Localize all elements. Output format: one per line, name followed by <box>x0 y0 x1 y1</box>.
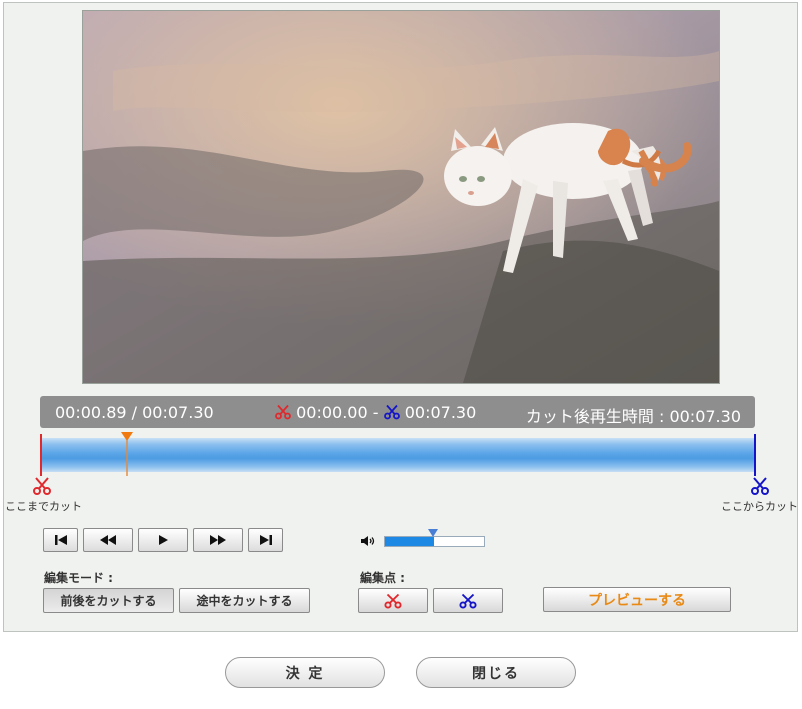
cut-end-scissors-icon[interactable] <box>748 476 772 496</box>
skip-to-end-button[interactable] <box>248 528 283 552</box>
cut-end-time: 00:07.30 <box>404 403 477 422</box>
scissors-icon <box>383 404 400 420</box>
skip-start-icon <box>54 535 67 545</box>
current-time: 00:00.89 / 00:07.30 <box>55 403 214 422</box>
play-button[interactable] <box>138 528 188 552</box>
cut-end-marker[interactable] <box>754 434 756 476</box>
scissors-icon <box>384 593 402 609</box>
fast-forward-button[interactable] <box>193 528 243 552</box>
volume-thumb[interactable] <box>427 528 439 538</box>
edit-mode-label: 編集モード : <box>44 571 113 585</box>
skip-to-start-button[interactable] <box>43 528 78 552</box>
trim-ends-button[interactable]: 前後をカットする <box>43 588 174 613</box>
cut-range: 00:00.00 - 00:07.30 <box>275 403 476 422</box>
range-separator: - <box>367 403 384 422</box>
playback-duration: カット後再生時間 : 00:07.30 <box>525 407 741 426</box>
video-frame-image <box>83 11 719 383</box>
play-icon <box>159 535 168 545</box>
edit-point-label: 編集点 : <box>360 571 405 585</box>
video-preview[interactable] <box>82 10 720 384</box>
cut-start-marker[interactable] <box>40 434 42 476</box>
volume-fill <box>385 537 434 546</box>
cut-middle-button[interactable]: 途中をカットする <box>179 588 310 613</box>
skip-end-icon <box>259 535 272 545</box>
scissors-icon <box>459 593 477 609</box>
fast-forward-icon <box>210 535 226 545</box>
rewind-icon <box>100 535 116 545</box>
speaker-icon[interactable] <box>360 535 376 547</box>
cut-start-time: 00:00.00 <box>296 403 368 422</box>
timeline-track[interactable] <box>40 438 755 472</box>
cut-end-label: ここからカット <box>721 500 798 513</box>
rewind-button[interactable] <box>83 528 133 552</box>
time-info-bar: 00:00.89 / 00:07.30 00:00.00 - 00:07.30 … <box>40 396 755 428</box>
set-cut-start-button[interactable] <box>358 588 428 613</box>
set-cut-end-button[interactable] <box>433 588 503 613</box>
close-button[interactable]: 閉じる <box>416 657 576 688</box>
ok-button[interactable]: 決 定 <box>225 657 385 688</box>
cut-start-label: ここまでカット <box>5 500 82 513</box>
cut-start-scissors-icon[interactable] <box>30 476 54 496</box>
scissors-icon <box>275 404 291 420</box>
preview-button[interactable]: プレビューする <box>543 587 731 612</box>
playhead-handle[interactable] <box>120 430 134 476</box>
